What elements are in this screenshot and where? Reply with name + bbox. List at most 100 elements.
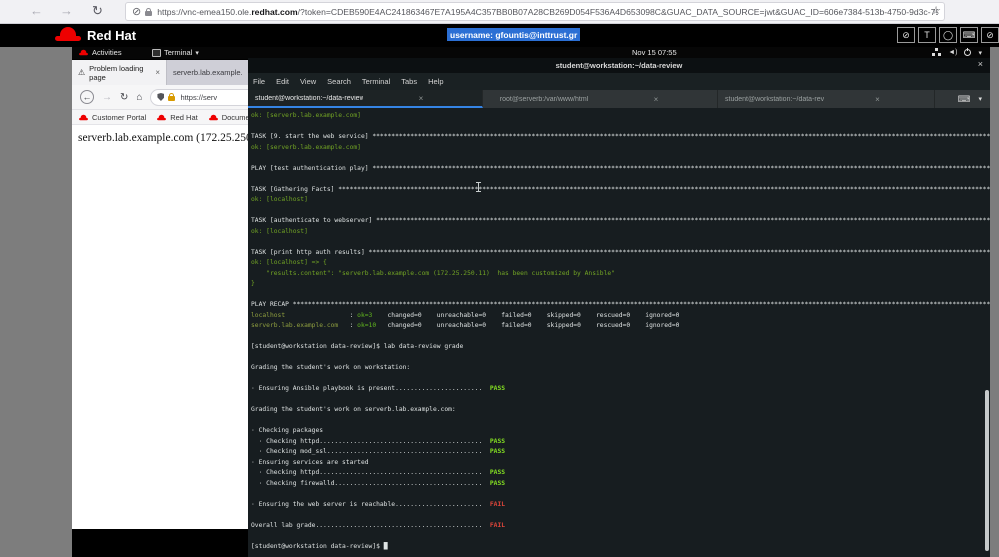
menu-search[interactable]: Search	[327, 77, 351, 86]
menu-view[interactable]: View	[300, 77, 316, 86]
terminal-line: · Ensuring services are started	[251, 458, 369, 466]
browser-chrome: ← → ↻ ⊘ https://vnc-emea150.ole.redhat.c…	[0, 0, 999, 24]
terminal-tab-data-review[interactable]: student@workstation:~/data-review ×	[248, 90, 483, 108]
lock-icon[interactable]	[145, 7, 153, 16]
terminal-line: · Checking httpd........................…	[251, 469, 506, 476]
redhat-fedora-icon	[157, 114, 167, 120]
tab-close-icon[interactable]: ×	[155, 68, 160, 77]
reload-icon[interactable]: ↻	[120, 92, 128, 103]
bookmark-star-icon[interactable]: ☆	[931, 4, 941, 17]
terminal-line: ok: [serverb.lab.example.com]	[251, 112, 361, 119]
terminal-tabbar-controls: ⌨ ▾	[935, 90, 990, 108]
system-tray[interactable]: ◄) ▾	[932, 48, 982, 57]
terminal-line: TASK [9. start the web service] ********…	[251, 133, 990, 140]
menu-help[interactable]: Help	[428, 77, 443, 86]
chevron-down-icon: ▾	[978, 49, 982, 57]
bookmark-customer-portal[interactable]: Customer Portal	[78, 113, 146, 122]
back-icon[interactable]: ←	[30, 3, 43, 18]
menu-terminal[interactable]: Terminal	[362, 77, 390, 86]
terminal-line: · Checking firewalld....................…	[251, 479, 506, 487]
terminal-tab-root-serverb[interactable]: root@serverb:/var/www/html ×	[483, 90, 718, 108]
power-icon	[964, 48, 972, 56]
close-icon[interactable]: ×	[978, 59, 983, 69]
activities-button[interactable]: Activities	[78, 48, 122, 57]
address-bar[interactable]: ⊘ https://vnc-emea150.ole.redhat.com/?to…	[125, 2, 945, 21]
terminal-menu-bar: File Edit View Search Terminal Tabs Help	[248, 73, 990, 90]
window-title: student@workstation:~/data-review	[555, 61, 683, 70]
scrollbar-thumb[interactable]	[985, 390, 989, 551]
screenshot-disabled-icon[interactable]: ⊘	[897, 27, 915, 43]
terminal-line: "results.content": "serverb.lab.example.…	[251, 269, 615, 277]
terminal-line: Grading the student's work on serverb.la…	[251, 406, 456, 413]
chevron-down-icon[interactable]: ▾	[978, 95, 982, 103]
reload-icon[interactable]: ↻	[92, 3, 103, 19]
redhat-fedora-icon	[55, 27, 81, 43]
tab-close-icon[interactable]: ×	[602, 95, 710, 104]
terminal-tab-files[interactable]: student@workstation:~/data-review/files …	[718, 90, 935, 108]
tab-close-icon[interactable]: ×	[828, 95, 927, 104]
redhat-header: Red Hat username: gfountis@inttrust.gr ⊘…	[0, 24, 999, 47]
screen-record-icon[interactable]: ◯	[939, 27, 957, 43]
shield-icon[interactable]	[157, 93, 165, 101]
keyboard-icon[interactable]: ⌨	[960, 27, 978, 43]
bookmark-red-hat[interactable]: Red Hat	[156, 113, 198, 122]
redhat-fedora-icon	[79, 114, 88, 120]
terminal-tab-bar: student@workstation:~/data-review × root…	[248, 90, 990, 108]
menu-edit[interactable]: Edit	[276, 77, 289, 86]
tab-close-icon[interactable]: ×	[367, 94, 475, 103]
forward-icon[interactable]: →	[102, 92, 112, 103]
terminal-line: · Ensuring the web server is reachable..…	[251, 500, 506, 508]
app-menu-terminal[interactable]: Terminal ▾	[152, 48, 199, 57]
chevron-down-icon: ▾	[195, 49, 199, 57]
terminal-line: · Checking httpd........................…	[251, 437, 506, 445]
permissions-icon[interactable]: ⊘	[132, 5, 141, 18]
insecure-lock-icon[interactable]	[168, 93, 176, 101]
network-icon	[932, 48, 941, 57]
terminal-line: TASK [Gathering Facts] *****************…	[251, 185, 990, 193]
tab-problem-loading-page[interactable]: ⚠ Problem loading page ×	[72, 60, 167, 85]
terminal-line: ok: [localhost] => {	[251, 259, 327, 266]
terminal-line: PLAY [test authentication play] ********…	[251, 164, 990, 172]
back-icon[interactable]: ←	[80, 90, 94, 104]
keyboard-icon[interactable]: ⌨	[957, 94, 970, 105]
cursor-disabled-icon[interactable]: ⊘	[981, 27, 999, 43]
forward-icon[interactable]: →	[60, 3, 73, 18]
terminal-title-bar[interactable]: student@workstation:~/data-review ×	[248, 58, 990, 73]
text-cursor-pointer	[476, 182, 481, 192]
terminal-line: localhost : ok=3 changed=0 unreachable=0…	[251, 311, 680, 319]
terminal-window: student@workstation:~/data-review × File…	[248, 58, 990, 557]
terminal-line: · Checking packages	[251, 427, 324, 434]
terminal-line: [student@workstation data-review]$ █	[251, 542, 388, 550]
terminal-line: ok: [localhost]	[251, 196, 308, 203]
terminal-line: }	[251, 280, 255, 287]
text-input-icon[interactable]: T	[918, 27, 936, 43]
menu-file[interactable]: File	[253, 77, 265, 86]
clock[interactable]: Nov 15 07:55	[632, 48, 677, 57]
terminal-line: [student@workstation data-review]$ lab d…	[251, 343, 464, 350]
selected-username-text: username: gfountis@inttrust.gr	[447, 28, 581, 41]
home-icon[interactable]: ⌂	[136, 92, 142, 103]
terminal-line: TASK [authenticate to webserver] *******…	[251, 217, 990, 224]
menu-tabs[interactable]: Tabs	[401, 77, 417, 86]
terminal-output[interactable]: ok: [serverb.lab.example.com] TASK [9. st…	[248, 108, 990, 557]
terminal-line: Grading the student's work on workstatio…	[251, 364, 411, 371]
volume-icon: ◄)	[948, 49, 958, 56]
warning-icon: ⚠	[78, 68, 86, 77]
vnc-screen: Activities Terminal ▾ Nov 15 07:55 ◄) ▾ …	[72, 47, 990, 557]
terminal-line: · Checking mod_ssl......................…	[251, 448, 506, 455]
terminal-line: TASK [print http auth results] *********…	[251, 248, 990, 256]
terminal-line: ok: [serverb.lab.example.com]	[251, 143, 361, 151]
url-text: https://vnc-emea150.ole.redhat.com/?toke…	[157, 6, 938, 17]
terminal-line: · Ensuring Ansible playbook is present..…	[251, 385, 506, 392]
terminal-line: Overall lab grade.......................…	[251, 521, 506, 529]
